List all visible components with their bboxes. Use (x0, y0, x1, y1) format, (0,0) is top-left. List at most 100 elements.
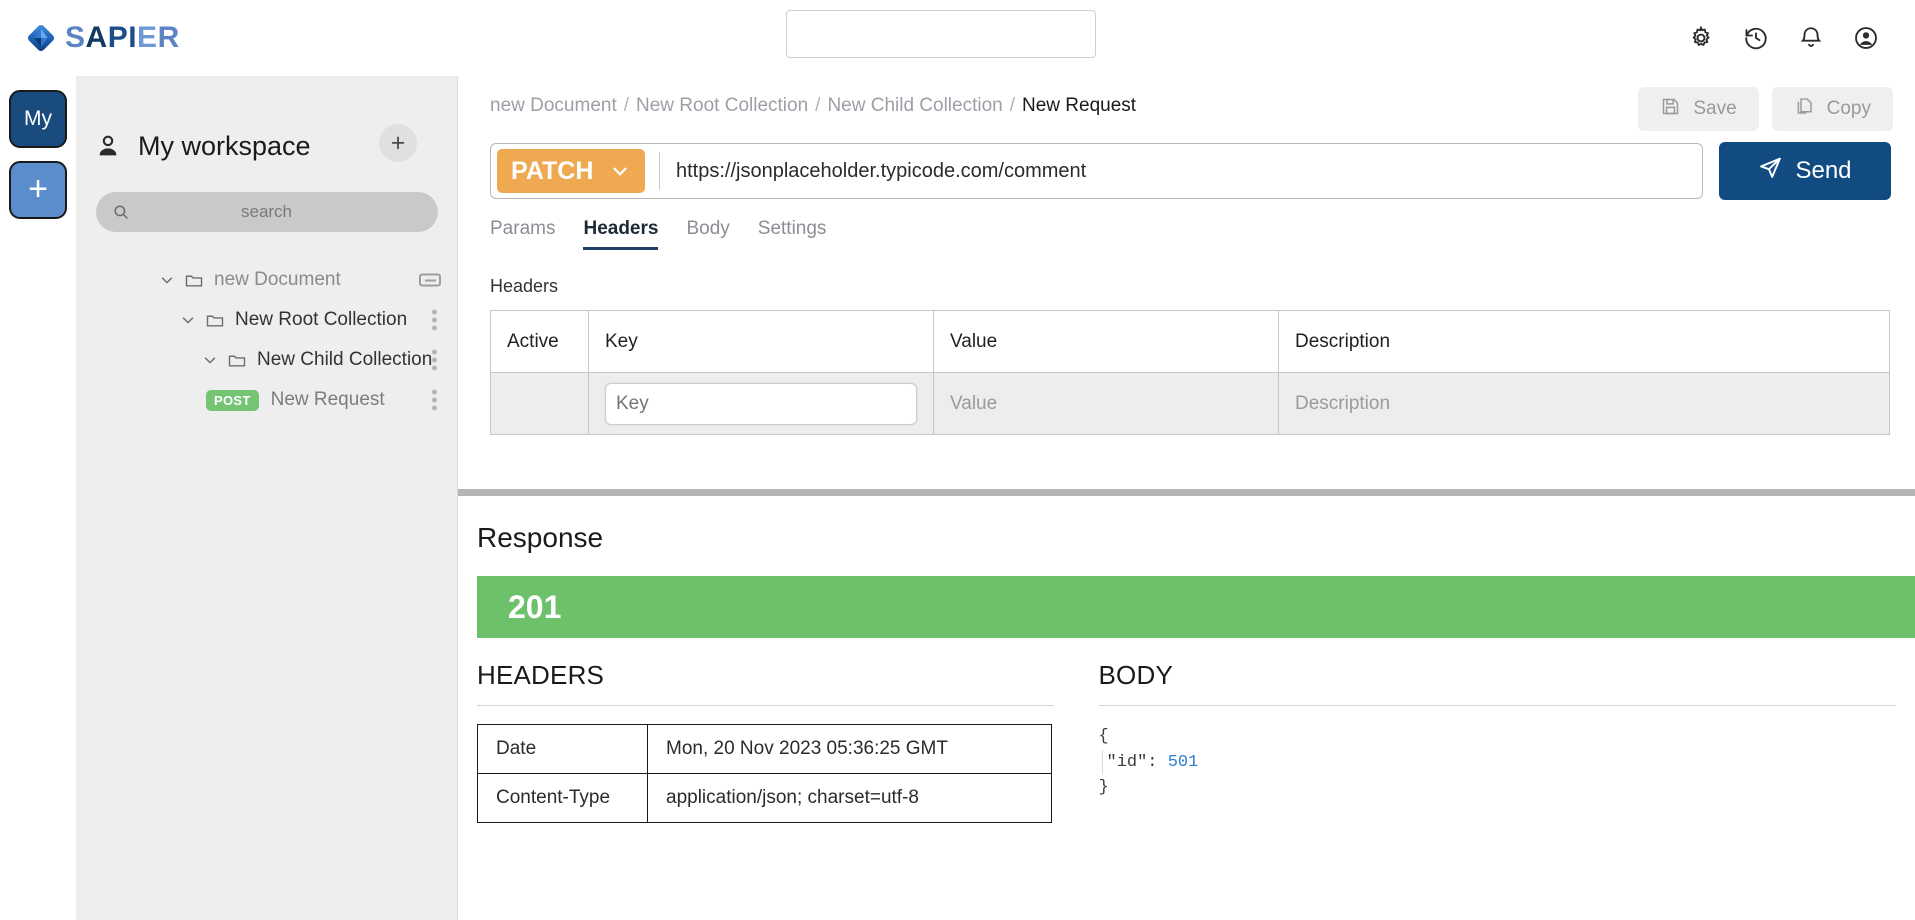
sidebar: My workspace + search new Document New R… (76, 76, 458, 920)
response-header-key: Date (477, 724, 648, 774)
top-bar-icon-group (1688, 0, 1879, 76)
breadcrumb-item-1[interactable]: New Root Collection (636, 95, 808, 117)
header-key-input[interactable] (605, 382, 917, 425)
json-value: 501 (1167, 752, 1199, 772)
app-logo[interactable]: SAPIER (26, 23, 180, 53)
save-button-label: Save (1693, 98, 1737, 119)
panel-splitter[interactable] (458, 487, 1915, 498)
tab-headers[interactable]: Headers (583, 218, 659, 250)
status-code: 201 (508, 588, 562, 625)
request-url-row: PATCH Send (458, 142, 1915, 200)
http-method-label: PATCH (511, 156, 594, 185)
headers-table: Active Key Value Description Value Descr… (490, 310, 1890, 435)
breadcrumb-separator: / (1009, 95, 1016, 116)
tab-settings[interactable]: Settings (758, 218, 827, 250)
tree-item-label: New Request (270, 389, 385, 410)
logo-wordmark: SAPIER (65, 23, 180, 53)
column-header-description: Description (1278, 310, 1890, 373)
more-options-icon[interactable] (432, 389, 437, 411)
collection-tree: new Document New Root Collection New Chi… (76, 260, 457, 420)
json-key: "id": (1106, 752, 1168, 772)
header-description-cell[interactable]: Description (1278, 372, 1890, 435)
breadcrumb-separator: / (815, 95, 821, 116)
header-active-cell[interactable] (490, 372, 589, 435)
status-badge: 201 (477, 576, 1915, 638)
breadcrumb-item-2[interactable]: New Child Collection (827, 95, 1002, 117)
tree-item-new-child-collection[interactable]: New Child Collection (76, 340, 457, 380)
add-workspace-button[interactable]: + (379, 124, 417, 162)
tree-item-new-document[interactable]: new Document (76, 260, 457, 300)
tree-item-new-request[interactable]: POST New Request (76, 380, 457, 420)
logo-part-1: S (65, 21, 86, 54)
left-rail: My + (0, 76, 76, 920)
table-row: Value Description (490, 372, 1890, 435)
request-url-input[interactable] (660, 159, 1702, 183)
headers-section-title: Headers (490, 276, 559, 296)
logo-part-2: A (85, 21, 108, 54)
request-method-badge: POST (206, 389, 259, 411)
sidebar-search-placeholder: search (240, 202, 293, 221)
more-options-icon[interactable] (432, 349, 437, 371)
gear-icon[interactable] (1688, 25, 1714, 51)
search-icon (112, 203, 130, 221)
table-row: Content-Type application/json; charset=u… (477, 773, 1052, 823)
divider (477, 705, 1054, 706)
table-row: Date Mon, 20 Nov 2023 05:36:25 GMT (477, 724, 1052, 774)
response-headers-title: HEADERS (477, 660, 605, 690)
history-icon[interactable] (1743, 25, 1769, 51)
json-indent-guide: "id": 501 (1101, 749, 1897, 775)
header-key-cell[interactable] (588, 372, 934, 435)
breadcrumb-item-3: New Request (1022, 95, 1137, 116)
column-header-key: Key (588, 310, 934, 373)
response-body-title: BODY (1098, 660, 1173, 690)
json-line: { (1098, 727, 1109, 746)
response-header-value: Mon, 20 Nov 2023 05:36:25 GMT (647, 724, 1052, 774)
send-button-label: Send (1795, 157, 1852, 184)
response-columns: HEADERS Date Mon, 20 Nov 2023 05:36:25 G… (458, 660, 1915, 823)
save-icon (1660, 96, 1681, 123)
save-button[interactable]: Save (1638, 87, 1759, 131)
copy-icon (1794, 96, 1815, 123)
app-root: SAPIER My + My workspace + search new Do… (0, 0, 1915, 920)
rail-workspace-button[interactable]: My (9, 90, 67, 148)
send-button[interactable]: Send (1719, 142, 1891, 200)
tab-body[interactable]: Body (686, 218, 729, 250)
response-panel: Response 201 HEADERS Date Mon, 20 Nov 20… (458, 498, 1915, 920)
http-method-selector[interactable]: PATCH (497, 149, 645, 193)
folder-icon (205, 310, 225, 330)
tree-item-label: new Document (214, 269, 341, 290)
chevron-down-icon[interactable] (158, 271, 176, 289)
logo-part-5: R (157, 21, 180, 54)
response-headers-table: Date Mon, 20 Nov 2023 05:36:25 GMT Conte… (477, 724, 1052, 823)
folder-icon (184, 270, 204, 290)
divider (1098, 705, 1896, 706)
response-header-value: application/json; charset=utf-8 (647, 773, 1052, 823)
folder-icon (227, 350, 247, 370)
send-icon (1758, 155, 1783, 187)
url-shell: PATCH (490, 143, 1703, 199)
workspace-header: My workspace + (76, 110, 457, 182)
global-search-input[interactable] (786, 10, 1096, 58)
rail-add-button[interactable]: + (9, 161, 67, 219)
account-icon[interactable] (1853, 25, 1879, 51)
breadcrumb-item-0[interactable]: new Document (490, 95, 617, 117)
tab-params[interactable]: Params (490, 218, 555, 250)
breadcrumb: new Document / New Root Collection / New… (458, 76, 1915, 136)
more-options-icon[interactable] (432, 309, 437, 331)
document-toggle-icon[interactable] (419, 273, 441, 287)
response-title: Response (477, 522, 604, 553)
breadcrumb-separator: / (623, 95, 630, 116)
copy-button[interactable]: Copy (1771, 87, 1893, 131)
person-icon (94, 132, 122, 160)
splitter-handle[interactable] (458, 489, 1915, 496)
top-bar: SAPIER (0, 0, 1915, 76)
sidebar-search-box[interactable]: search (95, 192, 438, 232)
bell-icon[interactable] (1798, 25, 1824, 51)
header-value-cell[interactable]: Value (933, 372, 1279, 435)
chevron-down-icon[interactable] (201, 351, 219, 369)
column-header-active: Active (490, 310, 589, 373)
tree-item-new-root-collection[interactable]: New Root Collection (76, 300, 457, 340)
chevron-down-icon[interactable] (179, 311, 197, 329)
chevron-down-icon (609, 160, 631, 182)
tree-item-label: New Root Collection (235, 309, 408, 330)
